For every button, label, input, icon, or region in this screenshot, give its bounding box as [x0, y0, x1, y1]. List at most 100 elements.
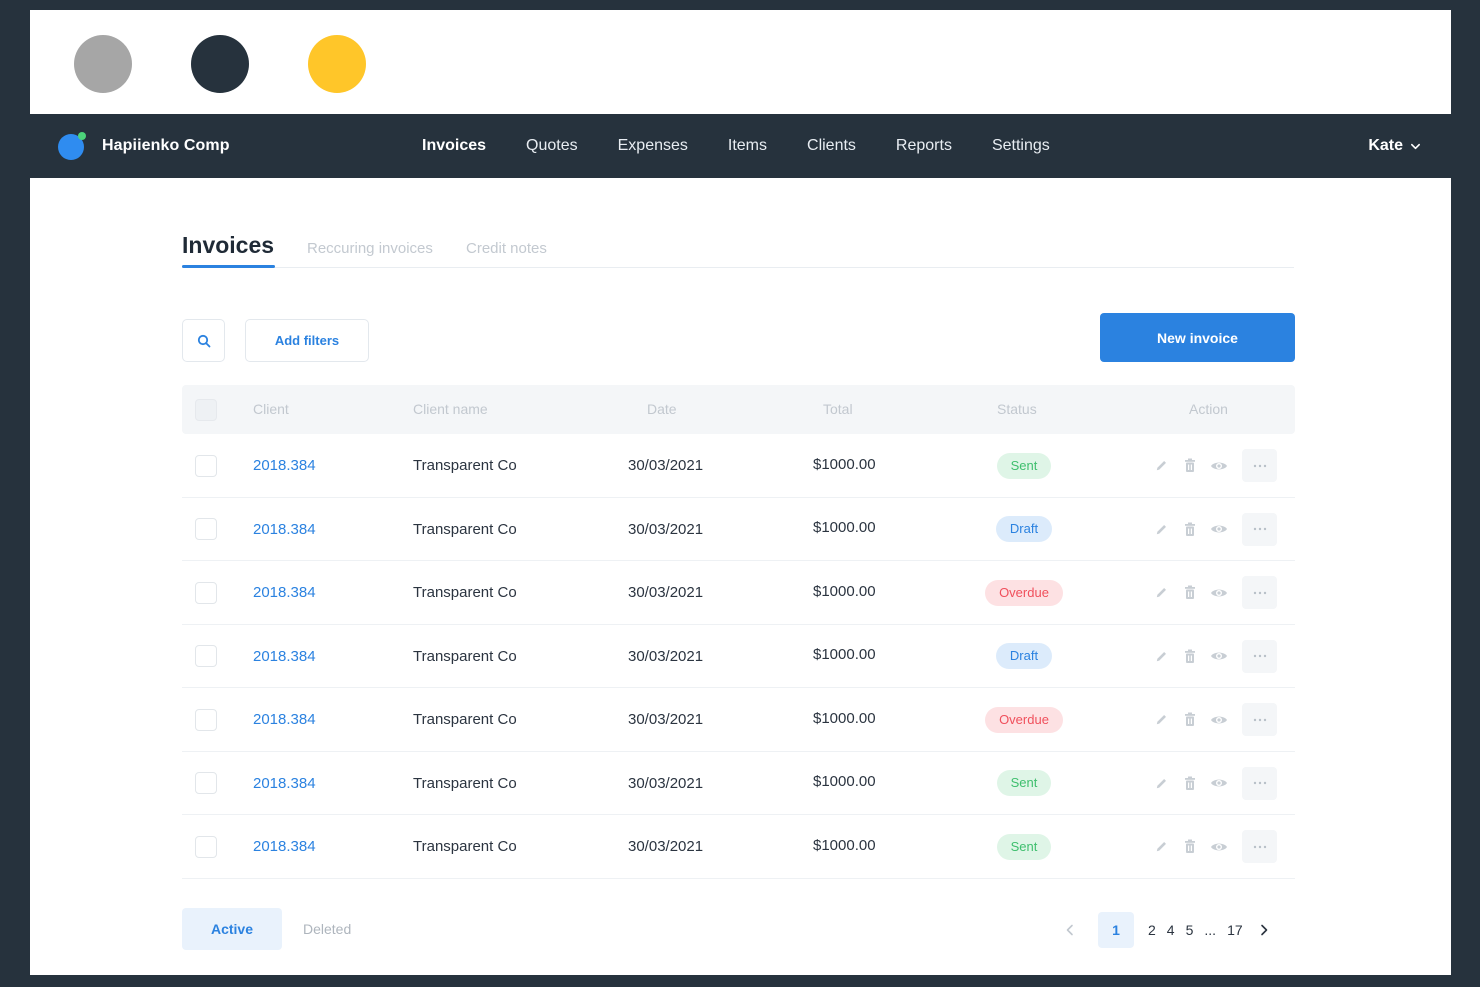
chevron-right-icon [1260, 924, 1267, 936]
eye-icon[interactable] [1210, 711, 1228, 729]
brand[interactable]: Hapiienko Comp [58, 114, 230, 178]
trash-icon[interactable] [1181, 647, 1199, 665]
row-actions [1152, 449, 1277, 482]
client-id-link[interactable]: 2018.384 [253, 838, 316, 855]
table-row[interactable]: 2018.384 Transparent Co 30/03/2021 $1000.00… [182, 625, 1295, 688]
more-options-button[interactable] [1242, 703, 1277, 736]
next-page-button[interactable] [1254, 920, 1274, 940]
header-total[interactable]: Total [823, 385, 853, 434]
header-client-name[interactable]: Client name [413, 385, 488, 434]
edit-icon[interactable] [1152, 457, 1170, 475]
trash-icon[interactable] [1181, 711, 1199, 729]
eye-icon[interactable] [1210, 457, 1228, 475]
more-options-button[interactable] [1242, 512, 1277, 546]
table-row[interactable]: 2018.384 Transparent Co 30/03/2021 $1000.00… [182, 815, 1295, 879]
more-options-button[interactable] [1242, 830, 1277, 863]
trash-icon[interactable] [1181, 838, 1199, 856]
prev-page-button[interactable] [1060, 920, 1080, 940]
row-actions [1152, 830, 1277, 863]
trash-icon[interactable] [1181, 457, 1199, 475]
nav-item-clients[interactable]: Clients [807, 137, 856, 155]
more-dots-icon [1252, 781, 1268, 785]
user-name: Kate [1368, 137, 1403, 154]
filter-deleted-button[interactable]: Deleted [303, 908, 351, 950]
tab-invoices-label: Invoices [182, 232, 275, 258]
row-checkbox-cell [195, 434, 217, 497]
edit-icon[interactable] [1152, 774, 1170, 792]
client-id-link[interactable]: 2018.384 [253, 457, 316, 474]
eye-icon[interactable] [1210, 520, 1228, 538]
edit-icon[interactable] [1152, 520, 1170, 538]
edit-icon[interactable] [1152, 838, 1170, 856]
eye-icon[interactable] [1210, 647, 1228, 665]
nav-item-invoices[interactable]: Invoices [422, 137, 486, 155]
eye-icon[interactable] [1210, 584, 1228, 602]
nav-item-reports[interactable]: Reports [896, 137, 952, 155]
client-id-link[interactable]: 2018.384 [253, 775, 316, 792]
page-number[interactable]: 2 [1148, 922, 1156, 938]
search-button[interactable] [182, 319, 225, 362]
nav-item-quotes[interactable]: Quotes [526, 137, 578, 155]
row-checkbox[interactable] [195, 454, 217, 477]
filter-active-button[interactable]: Active [182, 908, 282, 950]
client-id-link[interactable]: 2018.384 [253, 584, 316, 601]
row-actions [1152, 766, 1277, 800]
row-checkbox[interactable] [195, 581, 217, 604]
status-badge: Overdue [985, 706, 1063, 733]
status-badge: Overdue [985, 579, 1063, 606]
user-menu[interactable]: Kate [1368, 114, 1421, 178]
trash-icon[interactable] [1181, 520, 1199, 538]
row-checkbox[interactable] [195, 518, 217, 540]
nav-item-settings[interactable]: Settings [992, 137, 1050, 155]
more-options-button[interactable] [1242, 766, 1277, 800]
table-row[interactable]: 2018.384 Transparent Co 30/03/2021 $1000.00… [182, 561, 1295, 625]
more-options-button[interactable] [1242, 639, 1277, 673]
tab-recurring-invoices[interactable]: Reccuring invoices [307, 240, 433, 257]
page-number[interactable]: 17 [1227, 922, 1243, 938]
page-current[interactable]: 1 [1098, 912, 1134, 948]
invoice-date: 30/03/2021 [628, 520, 704, 538]
edit-icon[interactable] [1152, 584, 1170, 602]
eye-icon[interactable] [1210, 774, 1228, 792]
more-options-button[interactable] [1242, 449, 1277, 482]
row-checkbox[interactable] [195, 835, 217, 858]
nav-item-items[interactable]: Items [728, 137, 767, 155]
tab-credit-notes[interactable]: Credit notes [466, 240, 547, 257]
select-all-checkbox[interactable] [195, 398, 217, 421]
table-row[interactable]: 2018.384 Transparent Co 30/03/2021 $1000.00… [182, 752, 1295, 815]
more-dots-icon [1252, 591, 1268, 595]
page-number[interactable]: 4 [1167, 922, 1175, 938]
invoice-date: 30/03/2021 [628, 584, 704, 601]
header-client[interactable]: Client [253, 385, 289, 434]
trash-icon[interactable] [1181, 774, 1199, 792]
client-id-link[interactable]: 2018.384 [253, 521, 316, 538]
add-filters-button[interactable]: Add filters [245, 319, 369, 362]
header-date[interactable]: Date [647, 385, 677, 434]
page-number[interactable]: 5 [1186, 922, 1194, 938]
row-checkbox[interactable] [195, 772, 217, 794]
client-name: Transparent Co [413, 774, 517, 792]
header-status[interactable]: Status [997, 385, 1081, 434]
table-row[interactable]: 2018.384 Transparent Co 30/03/2021 $1000.00… [182, 498, 1295, 561]
client-id-link[interactable]: 2018.384 [253, 648, 316, 665]
table-row[interactable]: 2018.384 Transparent Co 30/03/2021 $1000.00… [182, 688, 1295, 752]
invoice-total: $1000.00 [813, 709, 876, 727]
edit-icon[interactable] [1152, 711, 1170, 729]
status-badge: Sent [996, 833, 1052, 860]
trash-icon[interactable] [1181, 584, 1199, 602]
client-name: Transparent Co [413, 584, 517, 601]
client-id-link[interactable]: 2018.384 [253, 711, 316, 728]
row-checkbox[interactable] [195, 708, 217, 731]
nav-item-expenses[interactable]: Expenses [618, 137, 688, 155]
edit-icon[interactable] [1152, 647, 1170, 665]
table-row[interactable]: 2018.384 Transparent Co 30/03/2021 $1000.00… [182, 434, 1295, 498]
status-badge: Sent [996, 452, 1052, 479]
row-checkbox[interactable] [195, 645, 217, 667]
more-options-button[interactable] [1242, 576, 1277, 609]
tab-invoices[interactable]: Invoices [182, 232, 275, 268]
invoice-date: 30/03/2021 [628, 647, 704, 665]
new-invoice-button[interactable]: New invoice [1100, 313, 1295, 362]
more-dots-icon [1252, 464, 1268, 468]
eye-icon[interactable] [1210, 838, 1228, 856]
page-tabs: Invoices Reccuring invoices Credit notes [182, 232, 1294, 268]
